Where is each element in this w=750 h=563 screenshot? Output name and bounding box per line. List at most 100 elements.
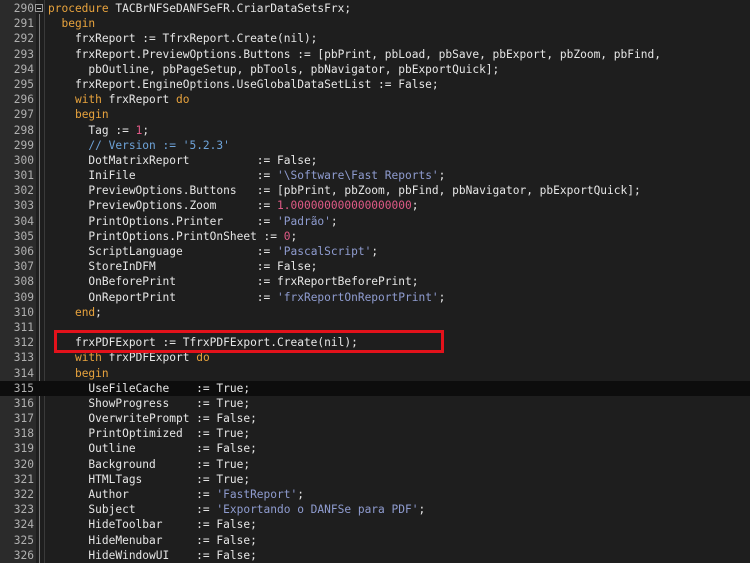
code-token: pbOutline, pbPageSetup, pbTools, pbNavig… [48, 62, 500, 76]
string-token: 'PascalScript' [277, 245, 372, 258]
code-line[interactable]: 317 OverwritePrompt := False; [0, 411, 750, 426]
code-text[interactable]: frxReport.EngineOptions.UseGlobalDataSet… [48, 77, 439, 92]
code-text[interactable]: // Version := '5.2.3' [48, 138, 229, 153]
code-line[interactable]: 302 PreviewOptions.Buttons := [pbPrint, … [0, 183, 750, 198]
code-text[interactable]: PreviewOptions.Zoom := 1.000000000000000… [48, 198, 418, 213]
keyword-token: begin [61, 17, 96, 31]
code-line[interactable]: 323 Subject := 'Exportando o DANFSe para… [0, 502, 750, 517]
line-number: 307 [13, 260, 34, 274]
code-text[interactable]: frxReport.PreviewOptions.Buttons := [pbP… [48, 47, 661, 62]
code-token: HideToolbar := False; [48, 518, 257, 532]
code-line[interactable]: 299 // Version := '5.2.3' [0, 138, 750, 153]
number-token: 1.000000000000000000 [277, 199, 412, 213]
number-token: 0 [283, 229, 291, 243]
code-line[interactable]: 291 begin [0, 16, 750, 31]
code-lines[interactable]: 290 procedure TACBrNFSeDANFSeFR.CriarData… [0, 1, 750, 563]
code-line[interactable]: 316 ShowProgress := True; [0, 396, 750, 411]
code-text[interactable]: begin [48, 366, 109, 381]
code-text[interactable]: HTMLTags := True; [48, 472, 250, 487]
code-text[interactable]: PrintOptions.PrintOnSheet := 0; [48, 229, 297, 244]
code-line[interactable]: 319 Outline := False; [0, 441, 750, 456]
code-line[interactable]: 318 PrintOptimized := True; [0, 426, 750, 441]
code-line[interactable]: 315 UseFileCache := True; [0, 380, 750, 396]
line-number: 293 [13, 47, 34, 61]
code-token: IniFile := [48, 169, 278, 183]
code-line[interactable]: 296 with frxReport do [0, 92, 750, 107]
code-text[interactable]: ScriptLanguage := 'PascalScript'; [48, 244, 378, 259]
keyword-token: with [74, 351, 102, 365]
code-text[interactable]: DotMatrixReport := False; [48, 153, 317, 168]
line-number: 321 [13, 472, 34, 486]
code-token: Author := [48, 488, 217, 501]
code-line[interactable]: 322 Author := 'FastReport'; [0, 487, 750, 502]
code-line[interactable]: 307 StoreInDFM := False; [0, 259, 750, 274]
code-text[interactable]: Author := 'FastReport'; [48, 487, 304, 502]
code-text[interactable]: HideMenubar := False; [48, 533, 256, 548]
code-text[interactable]: end; [48, 305, 102, 320]
code-text[interactable]: begin [48, 16, 95, 31]
line-number: 292 [13, 32, 34, 46]
line-number: 326 [13, 548, 34, 562]
code-text[interactable]: procedure TACBrNFSeDANFSeFR.CriarDataSet… [48, 1, 351, 16]
code-text[interactable]: HideWindowUI := False; [48, 548, 257, 563]
code-token: HideWindowUI := False; [48, 548, 257, 562]
code-text[interactable]: Background := True; [48, 457, 250, 472]
code-line[interactable]: 300 DotMatrixReport := False; [0, 153, 750, 168]
code-text[interactable]: with frxReport do [48, 92, 190, 107]
code-text[interactable]: Outline := False; [48, 441, 256, 456]
code-text[interactable]: OnBeforePrint := frxReportBeforePrint; [48, 274, 418, 289]
code-token: frxReport := TfrxReport.Create(nil); [48, 32, 318, 46]
code-text[interactable]: pbOutline, pbPageSetup, pbTools, pbNavig… [48, 62, 499, 77]
code-text[interactable]: OverwritePrompt := False; [48, 411, 256, 426]
code-line[interactable]: 326 HideWindowUI := False; [0, 548, 750, 563]
code-token: UseFileCache := True; [48, 381, 251, 395]
code-line[interactable]: 310 end; [0, 305, 750, 320]
code-line[interactable]: 292 frxReport := TfrxReport.Create(nil); [0, 31, 750, 46]
code-token: HTMLTags := True; [48, 472, 251, 486]
code-token: PreviewOptions.Zoom := [48, 199, 278, 213]
code-line[interactable]: 305 PrintOptions.PrintOnSheet := 0; [0, 229, 750, 244]
code-line[interactable]: 321 HTMLTags := True; [0, 472, 750, 487]
code-text[interactable]: UseFileCache := True; [48, 381, 250, 396]
code-text[interactable]: HideToolbar := False; [48, 517, 257, 532]
code-line[interactable]: 293 frxReport.PreviewOptions.Buttons := … [0, 47, 750, 62]
code-token: Subject := [48, 503, 217, 517]
code-line[interactable]: 314 begin [0, 366, 750, 381]
code-text[interactable]: OnReportPrint := 'frxReportOnReportPrint… [48, 290, 445, 305]
code-text[interactable]: PreviewOptions.Buttons := [pbPrint, pbZo… [48, 183, 640, 198]
code-line[interactable]: 290 procedure TACBrNFSeDANFSeFR.CriarData… [0, 1, 750, 16]
code-token: TACBrNFSeDANFSeFR.CriarDataSetsFrx; [108, 2, 352, 15]
code-line[interactable]: 324 HideToolbar := False; [0, 517, 750, 532]
code-line[interactable]: 294 pbOutline, pbPageSetup, pbTools, pbN… [0, 62, 750, 77]
code-token: ; [95, 305, 102, 319]
code-token: ; [411, 199, 419, 213]
line-number: 320 [13, 457, 34, 471]
code-editor[interactable]: 290 procedure TACBrNFSeDANFSeFR.CriarData… [0, 0, 750, 563]
code-token: frxPDFExport [101, 351, 197, 365]
code-token: ; [297, 488, 304, 501]
code-line[interactable]: 297 begin [0, 107, 750, 122]
code-line[interactable]: 295 frxReport.EngineOptions.UseGlobalDat… [0, 77, 750, 92]
code-line[interactable]: 309 OnReportPrint := 'frxReportOnReportP… [0, 290, 750, 305]
line-number: 299 [13, 138, 34, 152]
code-text[interactable]: StoreInDFM := False; [48, 259, 317, 274]
code-text[interactable]: IniFile := '\Software\Fast Reports'; [48, 168, 445, 183]
code-token: OnReportPrint := [48, 290, 278, 304]
code-line[interactable]: 308 OnBeforePrint := frxReportBeforePrin… [0, 274, 750, 289]
code-text[interactable]: Tag := 1; [48, 123, 149, 138]
code-text[interactable]: ShowProgress := True; [48, 396, 250, 411]
code-line[interactable]: 301 IniFile := '\Software\Fast Reports'; [0, 168, 750, 183]
code-text[interactable]: frxReport := TfrxReport.Create(nil); [48, 31, 317, 46]
code-line[interactable]: 304 PrintOptions.Printer := 'Padrão'; [0, 214, 750, 229]
code-line[interactable]: 325 HideMenubar := False; [0, 533, 750, 548]
code-line[interactable]: 298 Tag := 1; [0, 123, 750, 138]
code-line[interactable]: 320 Background := True; [0, 457, 750, 472]
code-text[interactable]: begin [48, 107, 109, 122]
keyword-token: with [74, 93, 102, 107]
code-text[interactable]: Subject := 'Exportando o DANFSe para PDF… [48, 502, 425, 517]
code-text[interactable]: PrintOptions.Printer := 'Padrão'; [48, 214, 337, 229]
code-text[interactable]: PrintOptimized := True; [48, 426, 250, 441]
code-line[interactable]: 303 PreviewOptions.Zoom := 1.00000000000… [0, 198, 750, 213]
code-line[interactable]: 306 ScriptLanguage := 'PascalScript'; [0, 244, 750, 259]
